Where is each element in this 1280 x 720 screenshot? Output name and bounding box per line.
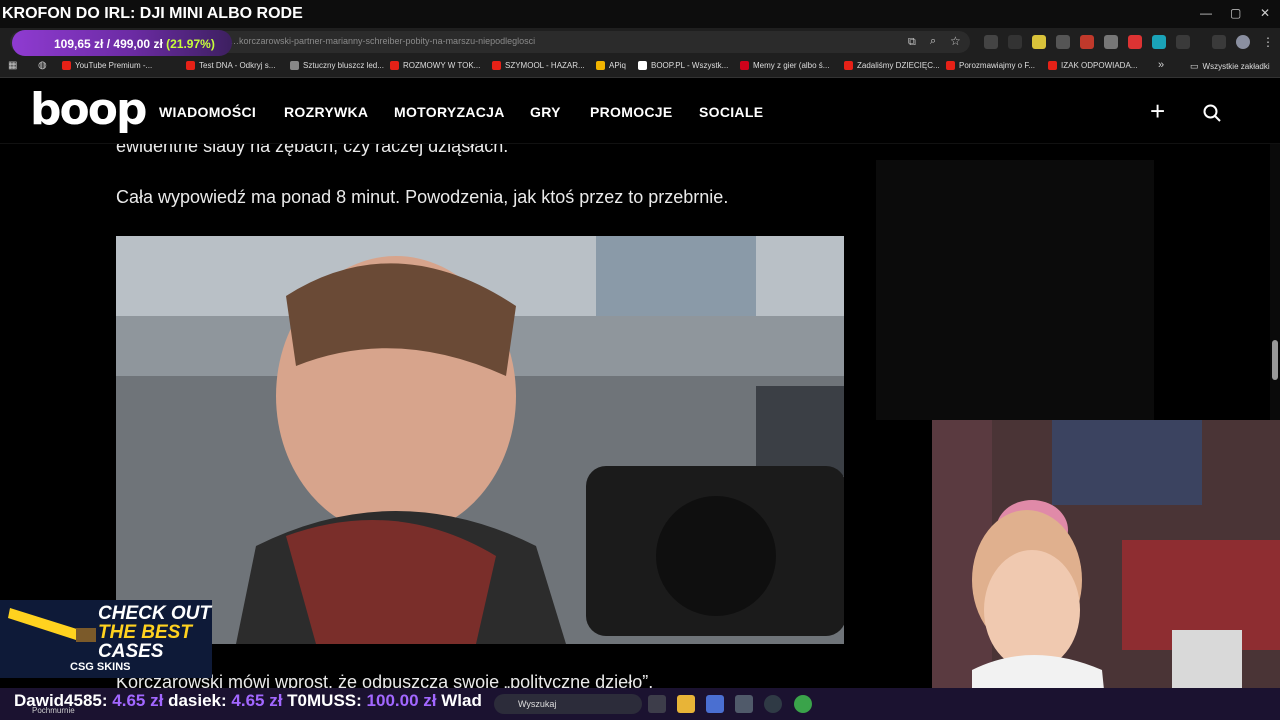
install-app-icon[interactable]: ⧉: [908, 36, 916, 49]
boop-icon: [638, 61, 647, 70]
bookmark-item[interactable]: Sztuczny bluszcz led...: [290, 61, 384, 70]
webcam-overlay: [932, 420, 1280, 720]
bookmark-item[interactable]: ROZMOWY W TOK...: [390, 61, 480, 70]
obs-icon[interactable]: [764, 695, 782, 713]
taskbar-search[interactable]: [494, 694, 642, 714]
search-icon[interactable]: [1203, 104, 1221, 122]
bookmark-item[interactable]: BOOP.PL - Wszystk...: [638, 61, 728, 70]
folder-icon: ▭: [1190, 61, 1199, 71]
puzzle-icon[interactable]: [1176, 35, 1190, 49]
close-button[interactable]: ✕: [1260, 6, 1270, 20]
sidebar-ad-slot: [876, 160, 1154, 420]
video-frame-image: [116, 236, 844, 644]
bookmark-item[interactable]: APiq: [596, 61, 626, 70]
nav-item-gry[interactable]: GRY: [530, 104, 561, 120]
extension-icon[interactable]: [1008, 35, 1022, 49]
maximize-button[interactable]: ▢: [1230, 6, 1241, 20]
youtube-icon: [946, 61, 955, 70]
weather-widget[interactable]: Pochmurnie: [32, 706, 75, 715]
goal-current: 109,65 zł: [54, 37, 104, 51]
zoom-icon[interactable]: ⌕: [930, 35, 936, 48]
page-icon: [740, 61, 749, 70]
extension-icon[interactable]: [1056, 35, 1070, 49]
shield-icon[interactable]: [1104, 35, 1118, 49]
page-icon: [290, 61, 299, 70]
youtube-icon: [62, 61, 71, 70]
bookmark-item[interactable]: Test DNA - Odkryj s...: [186, 61, 275, 70]
minimize-button[interactable]: —: [1200, 6, 1212, 20]
article-video[interactable]: [116, 236, 844, 644]
taskbar-search-placeholder[interactable]: Wyszukaj: [518, 699, 556, 709]
article-paragraph: Cała wypowiedź ma ponad 8 minut. Powodze…: [116, 187, 729, 207]
bookmark-item[interactable]: Zadaliśmy DZIECIĘC...: [844, 61, 940, 70]
webcam-image: [932, 420, 1280, 720]
plus-icon[interactable]: +: [1150, 96, 1165, 127]
nav-item-rozrywka[interactable]: ROZRYWKA: [284, 104, 368, 120]
bookmark-item[interactable]: IZAK ODPOWIADA...: [1048, 61, 1137, 70]
extension-icon[interactable]: [1032, 35, 1046, 49]
menu-icon[interactable]: ⋮: [1262, 35, 1274, 49]
store-icon[interactable]: [706, 695, 724, 713]
goal-separator: /: [106, 37, 111, 51]
globe-icon[interactable]: ◍: [38, 60, 47, 71]
stream-title: KROFON DO IRL: DJI MINI ALBO RODE: [2, 5, 303, 22]
file-explorer-icon[interactable]: [677, 695, 695, 713]
settings-icon[interactable]: [735, 695, 753, 713]
extension-icon[interactable]: [1152, 35, 1166, 49]
bookmark-item[interactable]: YouTube Premium -...: [62, 61, 152, 70]
youtube-icon: [186, 61, 195, 70]
nav-item-promocje[interactable]: PROMOCJE: [590, 104, 673, 120]
site-logo[interactable]: boop: [30, 84, 147, 135]
sponsor-ad-headline: CHECK OUT THE BEST CASES: [98, 603, 211, 662]
nav-item-sociale[interactable]: SOCIALE: [699, 104, 763, 120]
all-bookmarks-folder[interactable]: ▭ Wszystkie zakładki: [1190, 61, 1270, 72]
goal-target: 499,00 zł: [113, 37, 163, 51]
chrome-icon[interactable]: [794, 695, 812, 713]
bookmark-item[interactable]: SZYMOOL - HAZAR...: [492, 61, 585, 70]
bookmark-star-icon[interactable]: ☆: [950, 34, 961, 48]
nav-item-motoryzacja[interactable]: MOTORYZACJA: [394, 104, 505, 120]
youtube-icon: [492, 61, 501, 70]
bookmarks-overflow-button[interactable]: »: [1158, 59, 1164, 71]
apps-grid-icon[interactable]: ▦: [8, 60, 17, 71]
nav-item-wiadomosci[interactable]: WIADOMOŚCI: [159, 104, 256, 120]
bookmark-item[interactable]: Porozmawiajmy o F...: [946, 61, 1035, 70]
goal-percent: (21.97%): [166, 37, 215, 51]
extension-icon[interactable]: [984, 35, 998, 49]
youtube-icon: [844, 61, 853, 70]
extension-icon[interactable]: [1080, 35, 1094, 49]
task-view-icon[interactable]: [648, 695, 666, 713]
profile-avatar[interactable]: [1236, 35, 1250, 49]
bookmark-item[interactable]: Memy z gier (albo ś...: [740, 61, 829, 70]
url-text[interactable]: …korczarowski-partner-marianny-schreiber…: [230, 36, 535, 46]
donation-ticker: Dawid4585: 4.65 zł dasiek: 4.65 zł T0MUS…: [14, 691, 482, 710]
extension-icon[interactable]: [1128, 35, 1142, 49]
page-icon: [596, 61, 605, 70]
sidebar-icon[interactable]: [1212, 35, 1226, 49]
youtube-icon: [1048, 61, 1057, 70]
donation-goal-text: 109,65 zł / 499,00 zł (21.97%): [54, 37, 215, 51]
youtube-icon: [390, 61, 399, 70]
scrollbar-thumb[interactable]: [1272, 340, 1278, 380]
sponsor-ad-brand: CSG SKINS: [70, 661, 131, 673]
